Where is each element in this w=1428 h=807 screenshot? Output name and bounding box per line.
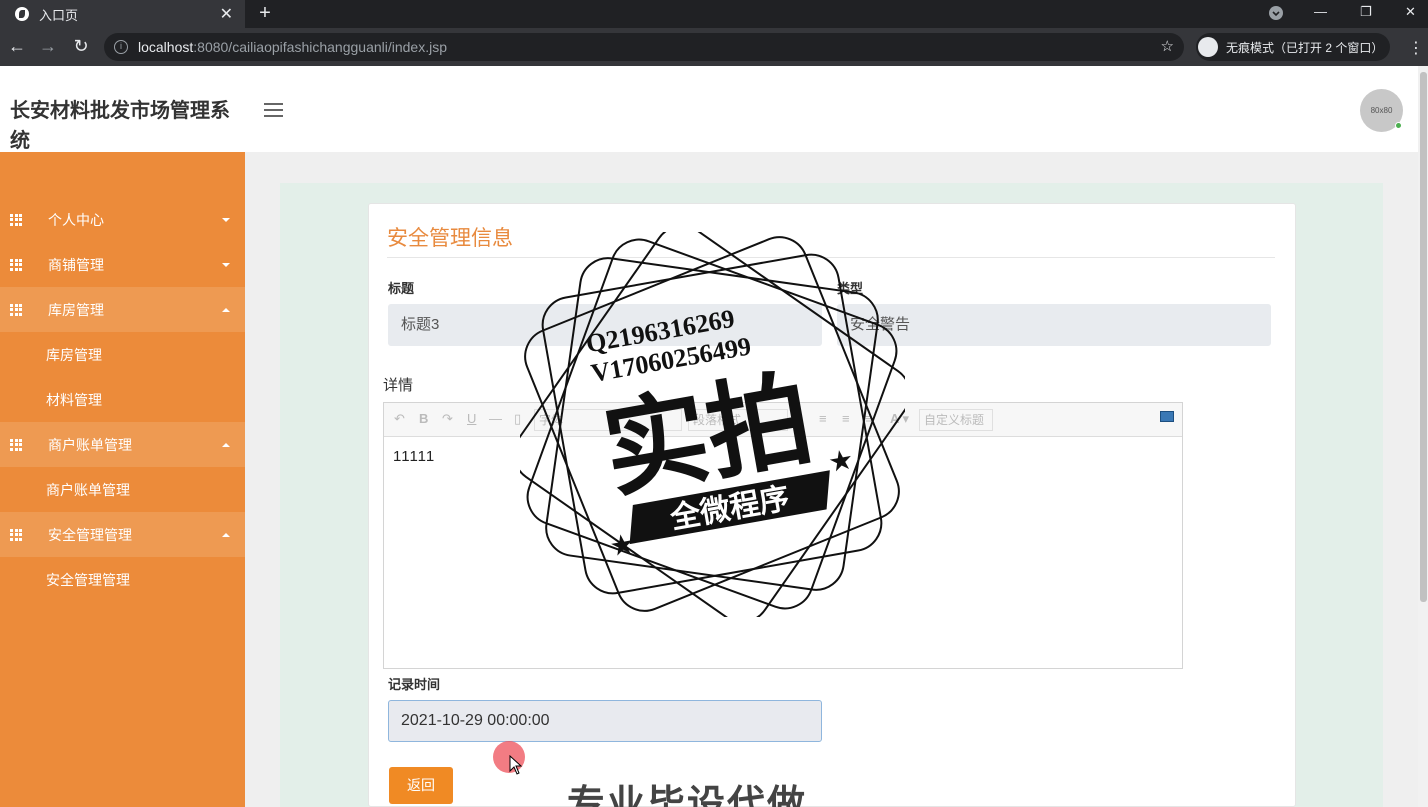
detail-label: 详情 xyxy=(383,377,414,394)
caret-up-icon xyxy=(222,532,230,537)
title-label: 标题 xyxy=(388,281,415,296)
sidebar-item-label: 商户账单管理 xyxy=(46,481,130,498)
watermark-stamp: Q2196316269 V17060256499 实拍 全微程序 ★ ★ xyxy=(520,232,905,617)
back-button[interactable]: 返回 xyxy=(389,767,453,804)
fullscreen-icon[interactable] xyxy=(1160,411,1174,422)
url-text: localhost:8080/cailiaopifashichangguanli… xyxy=(138,39,448,55)
grid-icon xyxy=(10,213,22,226)
new-tab-button[interactable]: + xyxy=(256,2,274,25)
sidebar-item-personal-center[interactable]: 个人中心 xyxy=(0,197,245,242)
browser-tab-strip: 入口页 ✕ + — ❐ ✕ xyxy=(0,0,1428,28)
editor-content[interactable]: 11111 xyxy=(393,448,435,465)
page-title: 安全管理信息 xyxy=(387,227,513,250)
hamburger-menu-icon[interactable] xyxy=(264,103,283,121)
sidebar-item-label: 材料管理 xyxy=(46,391,102,408)
app-header: 长安材料批发市场管理系统 80x80 xyxy=(0,66,1418,152)
grid-icon xyxy=(10,438,22,451)
restore-icon[interactable]: ❐ xyxy=(1360,4,1372,20)
address-bar[interactable]: i localhost:8080/cailiaopifashichangguan… xyxy=(104,33,1184,61)
caret-up-icon xyxy=(222,442,230,447)
info-icon[interactable]: i xyxy=(114,40,128,54)
grid-icon xyxy=(10,528,22,541)
app-brand: 长安材料批发市场管理系统 xyxy=(10,100,230,152)
caret-down-icon xyxy=(222,217,230,222)
online-status-dot xyxy=(1395,122,1402,129)
forward-arrow-icon[interactable]: → xyxy=(38,36,58,57)
sidebar-item-label: 商户账单管理 xyxy=(48,436,132,453)
caret-up-icon xyxy=(222,307,230,312)
sidebar-item-safety-management[interactable]: 安全管理管理 xyxy=(0,512,245,557)
star-icon: ★ xyxy=(826,443,856,478)
window-close-icon[interactable]: ✕ xyxy=(1405,4,1416,20)
sidebar-item-label: 安全管理管理 xyxy=(48,526,132,543)
grid-icon xyxy=(10,258,22,271)
sidebar-item-shop-management[interactable]: 商铺管理 xyxy=(0,242,245,287)
reload-icon[interactable]: ↻ xyxy=(71,36,91,57)
record-time-label: 记录时间 xyxy=(388,677,441,692)
record-time-field[interactable]: 2021-10-29 00:00:00 xyxy=(388,700,822,742)
undo-icon[interactable]: ↶ xyxy=(394,411,405,427)
redo-icon[interactable]: ↷ xyxy=(442,411,453,427)
sidebar-subitem-merchant-bills[interactable]: 商户账单管理 xyxy=(0,467,245,512)
sidebar-item-label: 库房管理 xyxy=(48,301,104,318)
incognito-badge[interactable]: 无痕模式（已打开 2 个窗口） xyxy=(1196,33,1390,61)
sidebar-item-label: 商铺管理 xyxy=(48,256,104,273)
grid-icon xyxy=(10,303,22,316)
sidebar-subitem-safety-management[interactable]: 安全管理管理 xyxy=(0,557,245,602)
back-arrow-icon[interactable]: ← xyxy=(7,36,27,57)
sidebar-item-label: 安全管理管理 xyxy=(46,571,130,588)
scrollbar-thumb[interactable] xyxy=(1420,72,1427,602)
star-icon: ★ xyxy=(607,527,637,562)
sidebar-item-warehouse-management[interactable]: 库房管理 xyxy=(0,287,245,332)
mouse-pointer-icon xyxy=(509,755,523,775)
globe-icon xyxy=(15,7,29,21)
underline-icon[interactable]: U xyxy=(467,411,476,426)
sidebar-subitem-warehouse[interactable]: 库房管理 xyxy=(0,332,245,377)
tab-title: 入口页 xyxy=(39,7,79,23)
sidebar-subitem-materials[interactable]: 材料管理 xyxy=(0,377,245,422)
watermark-bottom-text: 专业毕设代做 xyxy=(567,784,808,807)
browser-toolbar: ← → ↻ i localhost:8080/cailiaopifashicha… xyxy=(0,28,1428,66)
tab-search-icon[interactable] xyxy=(1269,6,1283,23)
incognito-text: 无痕模式（已打开 2 个窗口） xyxy=(1226,40,1384,55)
caret-down-icon xyxy=(222,262,230,267)
sidebar-item-label: 个人中心 xyxy=(48,211,104,228)
sidebar-item-merchant-bills[interactable]: 商户账单管理 xyxy=(0,422,245,467)
horizontal-rule-icon[interactable]: — xyxy=(489,411,502,426)
bold-icon[interactable]: B xyxy=(419,411,428,426)
browser-menu-icon[interactable]: ⋮ xyxy=(1408,38,1424,58)
minimize-icon[interactable]: — xyxy=(1314,4,1327,19)
bookmark-star-icon[interactable]: ☆ xyxy=(1161,37,1174,55)
incognito-icon xyxy=(1198,37,1218,57)
browser-tab[interactable]: 入口页 ✕ xyxy=(0,0,245,28)
sidebar-item-label: 库房管理 xyxy=(46,346,102,363)
close-tab-icon[interactable]: ✕ xyxy=(220,4,233,24)
custom-heading-select[interactable]: 自定义标题 xyxy=(919,409,993,431)
